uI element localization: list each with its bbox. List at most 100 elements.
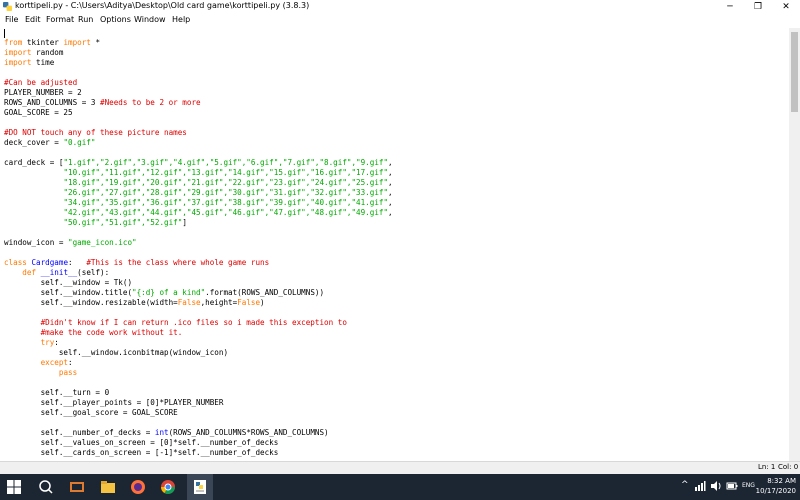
- code-text: ,: [388, 168, 393, 177]
- code-line: self.__number_of_decks = int(ROWS_AND_CO…: [4, 428, 329, 438]
- close-button[interactable]: ✕: [772, 0, 800, 14]
- battery-icon[interactable]: [726, 480, 738, 492]
- code-line: "26.gif","27.gif","28.gif","29.gif","30.…: [4, 188, 393, 198]
- idle-icon[interactable]: [191, 478, 209, 496]
- language-indicator[interactable]: ENG: [742, 482, 755, 489]
- menu-edit[interactable]: Edit: [25, 15, 41, 24]
- active-task-highlight[interactable]: [187, 474, 213, 500]
- keyword: try: [40, 338, 55, 347]
- keyword: class: [4, 258, 27, 267]
- menu-file[interactable]: File: [5, 15, 18, 24]
- code-line: "18.gif","19.gif","20.gif","21.gif","22.…: [4, 178, 393, 188]
- code-line: self.__player_points = [0]*PLAYER_NUMBER: [4, 398, 224, 407]
- tray-overflow-icon[interactable]: ^: [681, 480, 689, 490]
- menu-format[interactable]: Format: [46, 15, 74, 24]
- code-text: ]: [182, 218, 187, 227]
- code-line: from tkinter import *: [4, 38, 100, 48]
- code-line: self.__cards_on_screen = [-1]*self.__num…: [4, 448, 279, 457]
- code-comment: #Can be adjusted: [4, 78, 78, 87]
- code-line: "10.gif","11.gif","12.gif","13.gif","14.…: [4, 168, 393, 178]
- code-editor[interactable]: from tkinter import * import random impo…: [0, 28, 789, 461]
- code-string: "26.gif","27.gif","28.gif","29.gif","30.…: [63, 188, 389, 197]
- code-comment: #make the code work without it.: [4, 328, 183, 337]
- builtin-name: int: [154, 428, 169, 437]
- column-number: Col: 0: [778, 463, 799, 471]
- code-line: except:: [4, 358, 73, 368]
- code-text: card_deck = [: [4, 158, 64, 167]
- code-comment: #This is the class where whole game runs: [86, 258, 270, 267]
- chrome-icon[interactable]: [159, 478, 177, 496]
- code-comment: #Didn't know if I can return .ico files …: [4, 318, 347, 327]
- code-string: "10.gif","11.gif","12.gif","13.gif","14.…: [63, 168, 389, 177]
- code-line: pass: [4, 368, 77, 378]
- code-line: def __init__(self):: [4, 268, 109, 278]
- code-line: try:: [4, 338, 59, 348]
- text-cursor: [4, 29, 5, 38]
- vertical-scrollbar[interactable]: [789, 28, 800, 461]
- status-bar: Ln: 1 Col: 0: [0, 461, 800, 474]
- code-text: (ROWS_AND_COLUMNS*ROWS_AND_COLUMNS): [168, 428, 329, 437]
- code-comment: #DO NOT touch any of these picture names: [4, 128, 187, 137]
- window-title: korttipeli.py - C:\Users\Aditya\Desktop\…: [15, 1, 310, 10]
- function-name: __init__: [40, 268, 78, 277]
- python-app-icon: [3, 2, 12, 11]
- code-text: window_icon =: [4, 238, 69, 247]
- code-text: *: [90, 38, 101, 47]
- code-line: import time: [4, 58, 54, 68]
- code-line: self.__goal_score = GOAL_SCORE: [4, 408, 178, 417]
- menu-help[interactable]: Help: [172, 15, 190, 24]
- keyword: import: [4, 48, 32, 57]
- code-text: random: [31, 48, 64, 57]
- code-text: tkinter: [22, 38, 64, 47]
- code-text: (self):: [77, 268, 110, 277]
- system-clock[interactable]: 8:32 AM 10/17/2020: [756, 476, 796, 496]
- code-text: :: [68, 358, 73, 367]
- menu-window[interactable]: Window: [134, 15, 166, 24]
- file-explorer-icon[interactable]: [99, 478, 117, 496]
- menu-run[interactable]: Run: [78, 15, 93, 24]
- maximize-button[interactable]: ❐: [744, 0, 772, 14]
- code-text: deck_cover =: [4, 138, 64, 147]
- code-line: "50.gif","51.gif","52.gif"]: [4, 218, 187, 228]
- code-line: self.__values_on_screen = [0]*self.__num…: [4, 438, 279, 447]
- task-view-icon[interactable]: [68, 478, 86, 496]
- title-bar: korttipeli.py - C:\Users\Aditya\Desktop\…: [0, 0, 800, 14]
- code-string: "50.gif","51.gif","52.gif": [63, 218, 183, 227]
- code-line: deck_cover = "0.gif": [4, 138, 95, 148]
- code-text: ROWS_AND_COLUMNS = 3: [4, 98, 101, 107]
- code-line: window_icon = "game_icon.ico": [4, 238, 137, 248]
- minimize-button[interactable]: ─: [716, 0, 744, 14]
- code-text: self.__window.title(: [4, 288, 133, 297]
- code-text: ,: [388, 188, 393, 197]
- search-icon[interactable]: [37, 478, 55, 496]
- volume-icon[interactable]: [710, 480, 722, 492]
- code-line: GOAL_SCORE = 25: [4, 108, 73, 117]
- code-text: :: [54, 338, 59, 347]
- class-name: Cardgame: [31, 258, 69, 267]
- code-text: self.__window.resizable(width=: [4, 298, 178, 307]
- menu-bar: File Edit Format Run Options Window Help: [0, 14, 800, 27]
- code-string: "1.gif","2.gif","3.gif","4.gif","5.gif",…: [63, 158, 389, 167]
- code-line: self.__window = Tk(): [4, 278, 133, 287]
- code-text: ,height=: [200, 298, 238, 307]
- code-line: class Cardgame: #This is the class where…: [4, 258, 269, 268]
- menu-options[interactable]: Options: [100, 15, 131, 24]
- firefox-icon[interactable]: [129, 478, 147, 496]
- keyword: False: [237, 298, 261, 307]
- code-line: PLAYER_NUMBER = 2: [4, 88, 82, 97]
- code-line: self.__window.resizable(width=False,heig…: [4, 298, 265, 308]
- code-text: ,: [388, 178, 393, 187]
- code-comment: #Needs to be 2 or more: [100, 98, 201, 107]
- keyword: False: [177, 298, 201, 307]
- network-icon[interactable]: [694, 480, 706, 492]
- scroll-thumb[interactable]: [791, 32, 798, 112]
- start-icon[interactable]: [5, 478, 23, 496]
